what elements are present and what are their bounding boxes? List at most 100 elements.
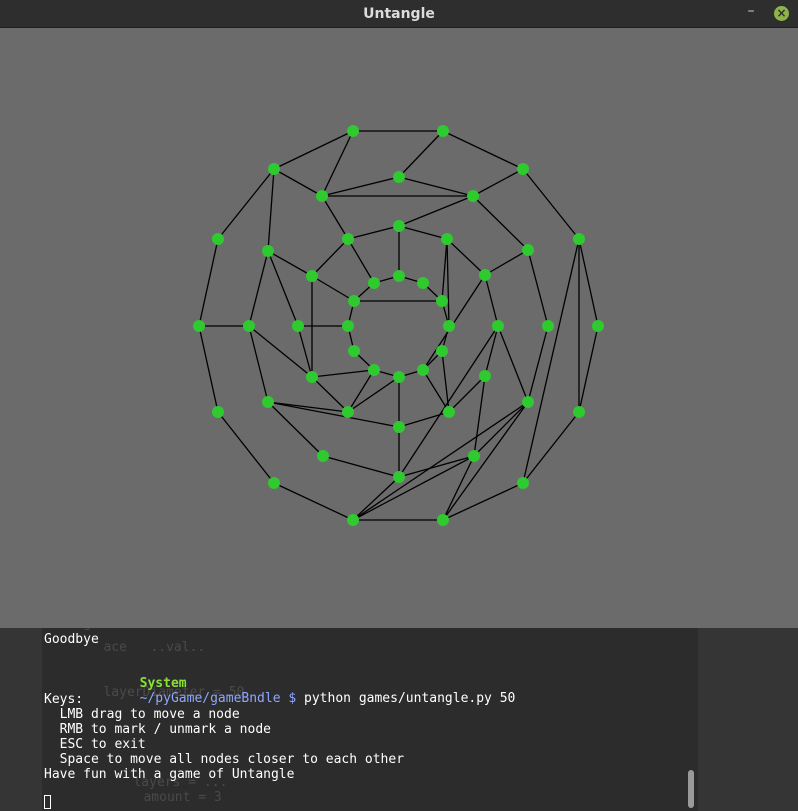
graph-node[interactable] [393,220,405,232]
graph-node[interactable] [542,320,554,332]
graph-node[interactable] [368,277,380,289]
graph-edge [442,482,524,521]
graph-node[interactable] [342,233,354,245]
graph-edge [311,376,349,413]
graph-edge [522,238,580,484]
graph-node[interactable] [262,245,274,257]
graph-node[interactable] [342,320,354,332]
graph-edge [198,238,219,327]
graph-edge [321,176,400,197]
graph-node[interactable] [212,406,224,418]
graph-node[interactable] [479,370,491,382]
graph-node[interactable] [368,364,380,376]
graph-node[interactable] [306,371,318,383]
graph-edge [311,238,349,277]
graph-node[interactable] [443,406,455,418]
graph-edge [448,375,486,413]
graph-edge [484,249,529,276]
graph-edge [267,401,324,457]
graph-node[interactable] [393,371,405,383]
graph-node[interactable] [347,514,359,526]
graph-edge [347,369,375,413]
graph-edge [311,275,355,302]
prompt-command: python games/untangle.py 50 [296,691,516,706]
graph-edge [472,168,524,197]
graph-node[interactable] [316,190,328,202]
graph-node[interactable] [522,396,534,408]
graph-node[interactable] [517,163,529,175]
graph-edge [297,325,313,378]
graph-node[interactable] [317,450,329,462]
graph-edge [347,238,375,284]
title-bar[interactable]: Untangle – × [0,0,798,28]
graph-edge [248,325,269,403]
graph-edge [398,176,474,197]
graph-edges [198,130,599,521]
terminal-scrollbar[interactable] [688,770,694,808]
terminal-farewell: Have fun with a game of Untangle [44,767,295,782]
graph-node[interactable] [417,277,429,289]
graph-edge [441,238,448,302]
graph-edge [442,130,524,170]
terminal-goodbye: Goodbye [44,632,99,647]
graph-node[interactable] [262,396,274,408]
graph-node[interactable] [417,364,429,376]
graph-edge [321,130,354,197]
graph-edge [446,238,450,327]
graph-node[interactable] [436,295,448,307]
graph-edge [321,195,349,240]
graph-node[interactable] [243,320,255,332]
graph-node[interactable] [467,190,479,202]
graph-node[interactable] [436,345,448,357]
graph-node[interactable] [437,514,449,526]
key-help-line: Space to move all nodes closer to each o… [44,752,405,767]
graph-edge [347,376,400,413]
graph-edge [198,325,219,413]
minimize-button[interactable]: – [743,4,759,21]
graph-node[interactable] [347,125,359,137]
graph-node[interactable] [443,320,455,332]
graph-node[interactable] [517,477,529,489]
graph-node[interactable] [479,269,491,281]
graph-node[interactable] [441,233,453,245]
graph-node[interactable] [393,421,405,433]
key-help-line: ESC to exit [44,737,146,752]
graph-node[interactable] [292,320,304,332]
graph-edge [352,476,400,521]
graph-edge [267,250,299,327]
graph-edge [522,168,580,240]
prompt-path: ~/pyGame/gameBndle $ [139,691,297,706]
graph-node[interactable] [522,244,534,256]
graph-node[interactable] [306,270,318,282]
keys-header: Keys: [44,692,84,707]
graph-node[interactable] [592,320,604,332]
graph-edge [398,411,450,428]
graph-node[interactable] [393,171,405,183]
graph-node[interactable] [573,406,585,418]
graph-edge [398,130,444,178]
graph-node[interactable] [393,270,405,282]
graph-node[interactable] [437,125,449,137]
graph-edge [248,325,313,378]
graph-node[interactable] [268,163,280,175]
graph-node[interactable] [468,450,480,462]
graph-edge [273,168,323,197]
game-canvas[interactable] [0,28,798,628]
graph-edge [472,195,529,251]
key-help-line: RMB to mark / unmark a node [44,722,271,737]
graph-node[interactable] [393,471,405,483]
graph-edge [267,250,313,277]
graph-node[interactable] [342,406,354,418]
close-button[interactable]: × [774,6,789,21]
graph-edge [398,225,448,240]
graph-edge [273,482,354,521]
graph-edge [527,249,549,327]
graph-edge [446,238,486,276]
graph-node[interactable] [492,320,504,332]
graph-node[interactable] [348,295,360,307]
graph-node[interactable] [348,345,360,357]
graph-node[interactable] [573,233,585,245]
graph-node[interactable] [193,320,205,332]
graph-node[interactable] [268,477,280,489]
graph-node[interactable] [212,233,224,245]
